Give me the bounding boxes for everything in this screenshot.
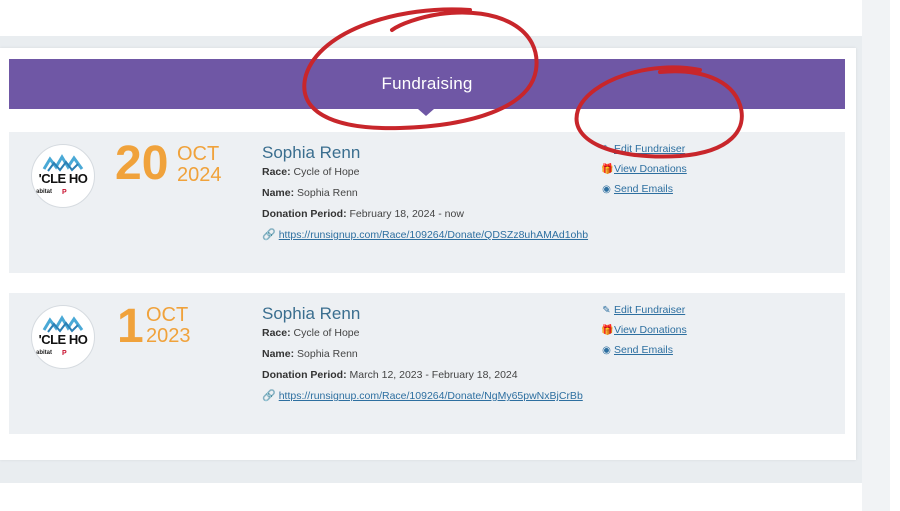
edit-fundraiser-label: Edit Fundraiser	[614, 143, 686, 155]
race-logo-sub: abitat	[36, 189, 53, 195]
email-icon: ◉	[602, 345, 611, 356]
race-logo: 'CLE HO abitat P	[31, 144, 95, 208]
fundraiser-name: Sophia Renn	[262, 304, 361, 323]
donation-period-label: Donation Period:	[262, 369, 347, 381]
donation-period-value: March 12, 2023 - February 18, 2024	[349, 369, 518, 381]
donate-link-row: 🔗 https://runsignup.com/Race/109264/Donat…	[262, 229, 592, 242]
edit-icon: ✎	[602, 144, 611, 155]
fundraiser-name: Sophia Renn	[262, 143, 361, 162]
view-donations-link[interactable]: 🎁View Donations	[601, 163, 687, 176]
send-emails-link[interactable]: ◉ Send Emails	[601, 183, 687, 196]
edit-fundraiser-link[interactable]: ✎ Edit Fundraiser	[601, 304, 687, 317]
view-donations-label: View Donations	[614, 163, 687, 175]
fundraiser-actions: ✎ Edit Fundraiser 🎁View Donations ◉ Send E…	[601, 304, 687, 364]
link-icon: 🔗	[262, 390, 276, 402]
name-line: Name: Sophia Renn	[262, 187, 358, 199]
date-year: 2023	[146, 325, 191, 347]
edit-icon: ✎	[602, 305, 611, 316]
donation-period-label: Donation Period:	[262, 208, 347, 220]
date-day: 20	[115, 137, 169, 190]
header-caret	[418, 109, 434, 116]
name-line: Name: Sophia Renn	[262, 348, 358, 360]
date-month: OCT	[177, 143, 220, 165]
race-line: Race: Cycle of Hope	[262, 327, 359, 339]
race-logo-sub2: P	[62, 350, 67, 357]
email-icon: ◉	[602, 184, 611, 195]
name-value: Sophia Renn	[297, 348, 358, 360]
view-donations-label: View Donations	[614, 324, 687, 336]
race-value: Cycle of Hope	[293, 327, 360, 339]
name-label: Name:	[262, 348, 295, 360]
link-icon: 🔗	[262, 229, 276, 241]
fundraiser-actions: ✎ Edit Fundraiser 🎁View Donations ◉ Send E…	[601, 143, 687, 203]
donation-period-line: Donation Period: March 12, 2023 - Februa…	[262, 369, 518, 381]
gift-icon: 🎁	[601, 325, 614, 336]
donate-link[interactable]: https://runsignup.com/Race/109264/Donate…	[279, 229, 588, 241]
race-value: Cycle of Hope	[293, 166, 360, 178]
race-label: Race:	[262, 166, 291, 178]
donation-period-value: February 18, 2024 - now	[349, 208, 464, 220]
donate-link[interactable]: https://runsignup.com/Race/109264/Donate…	[279, 390, 583, 402]
send-emails-link[interactable]: ◉ Send Emails	[601, 344, 687, 357]
race-logo-text: 'CLE HO	[38, 332, 88, 347]
race-label: Race:	[262, 327, 291, 339]
date-month: OCT	[146, 304, 189, 326]
donate-link-row: 🔗 https://runsignup.com/Race/109264/Donat…	[262, 390, 592, 403]
fundraising-header: Fundraising	[9, 59, 845, 109]
fundraiser-row: 'CLE HO abitat P 20 OCT 2024 Sophia Renn…	[9, 132, 845, 273]
donation-period-line: Donation Period: February 18, 2024 - now	[262, 208, 464, 220]
edit-fundraiser-link[interactable]: ✎ Edit Fundraiser	[601, 143, 687, 156]
fundraising-title: Fundraising	[381, 74, 473, 93]
send-emails-label: Send Emails	[614, 344, 673, 356]
race-line: Race: Cycle of Hope	[262, 166, 359, 178]
date-day: 1	[117, 300, 144, 353]
race-logo: 'CLE HO abitat P	[31, 305, 95, 369]
edit-fundraiser-label: Edit Fundraiser	[614, 304, 686, 316]
page-gutter	[862, 0, 890, 511]
fundraiser-row: 'CLE HO abitat P 1 OCT 2023 Sophia Renn …	[9, 293, 845, 434]
race-logo-sub2: P	[62, 189, 67, 196]
race-logo-text: 'CLE HO	[38, 171, 88, 186]
gift-icon: 🎁	[601, 164, 614, 175]
name-value: Sophia Renn	[297, 187, 358, 199]
name-label: Name:	[262, 187, 295, 199]
race-logo-sub: abitat	[36, 350, 53, 356]
view-donations-link[interactable]: 🎁View Donations	[601, 324, 687, 337]
date-year: 2024	[177, 164, 222, 186]
send-emails-label: Send Emails	[614, 183, 673, 195]
